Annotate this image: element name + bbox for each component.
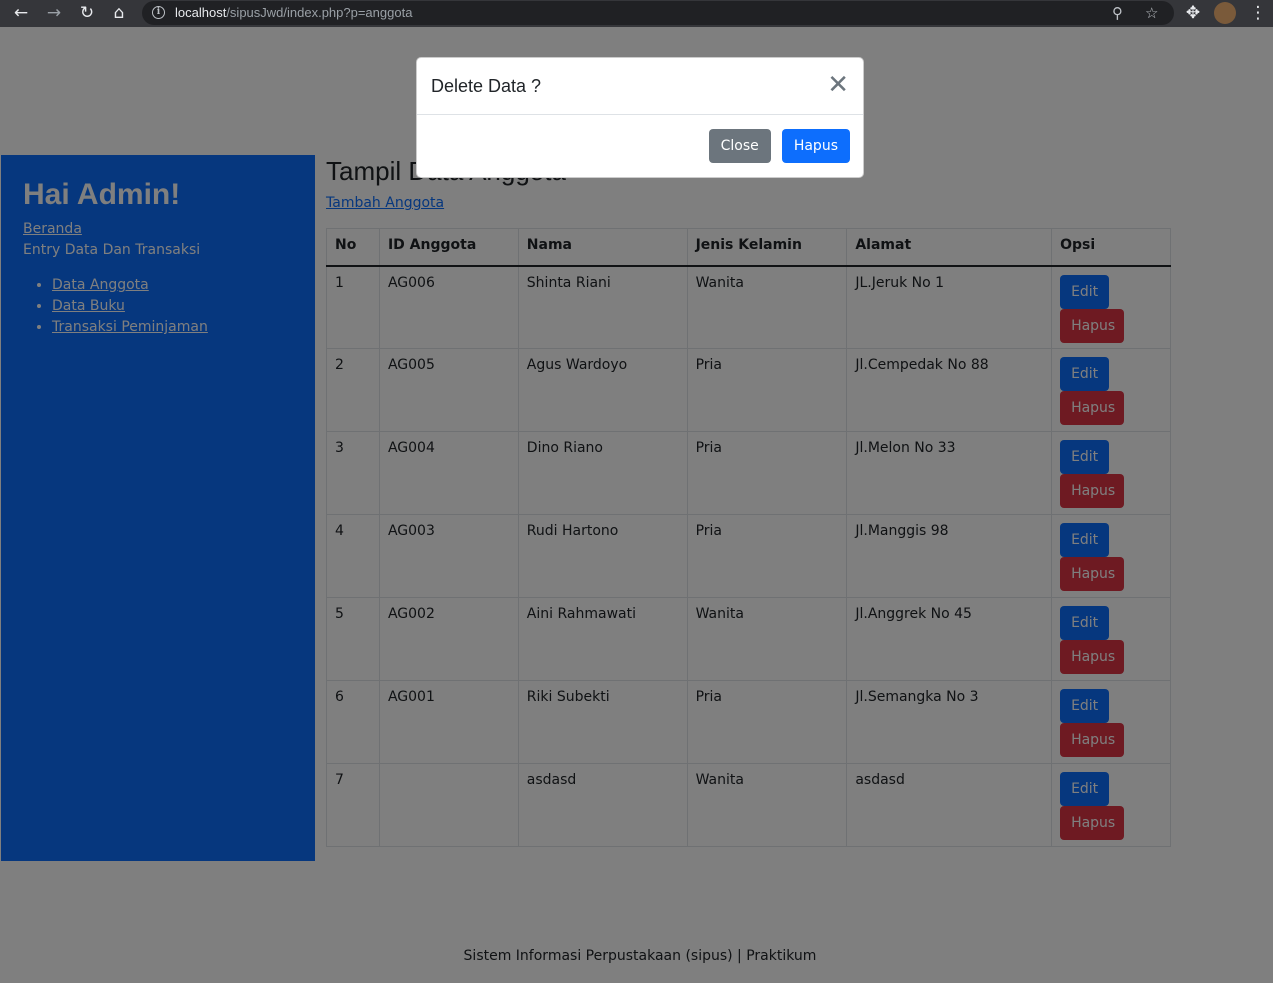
url-host: localhost: [175, 5, 227, 20]
forward-icon[interactable]: →: [42, 2, 66, 24]
url-path: /sipusJwd/index.php?p=anggota: [226, 5, 413, 20]
reload-icon[interactable]: ↻: [75, 2, 99, 24]
extensions-icon[interactable]: ✥: [1181, 2, 1205, 24]
browser-toolbar: ← → ↻ ⌂ i localhost/sipusJwd/index.php?p…: [0, 0, 1273, 27]
close-icon[interactable]: ✕: [827, 72, 849, 98]
modal-title: Delete Data ?: [431, 76, 542, 96]
home-icon[interactable]: ⌂: [107, 2, 131, 24]
bookmark-star-icon[interactable]: ☆: [1145, 2, 1158, 24]
confirm-delete-button[interactable]: Hapus: [781, 129, 850, 163]
address-bar[interactable]: i localhost/sipusJwd/index.php?p=anggota…: [142, 1, 1174, 25]
back-icon[interactable]: ←: [9, 2, 33, 24]
modal-footer: Close Hapus: [703, 129, 850, 163]
profile-avatar[interactable]: [1214, 2, 1236, 24]
zoom-icon[interactable]: ⚲: [1112, 2, 1123, 24]
menu-kebab-icon[interactable]: ⋮: [1246, 2, 1270, 24]
close-button[interactable]: Close: [708, 129, 771, 163]
info-icon[interactable]: i: [152, 6, 165, 19]
modal-header: Delete Data ? ✕: [417, 58, 863, 115]
url-text[interactable]: localhost/sipusJwd/index.php?p=anggota: [175, 5, 412, 20]
delete-confirm-modal: Delete Data ? ✕ Close Hapus: [416, 57, 864, 178]
